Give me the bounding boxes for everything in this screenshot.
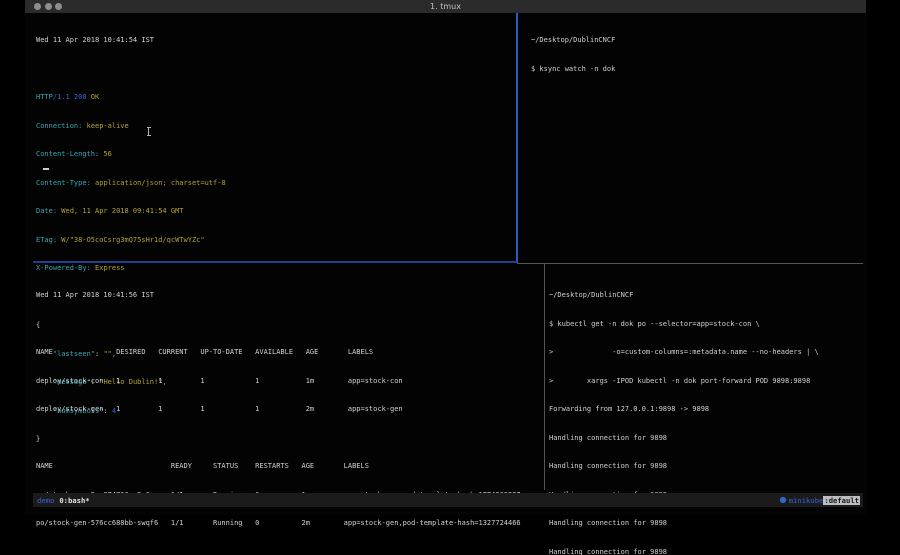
prompt-cwd: ~/Desktop/DublinCNCF bbox=[531, 36, 863, 46]
pane-http-response[interactable]: Wed 11 Apr 2018 10:41:54 IST HTTP/1.1 20… bbox=[33, 13, 516, 261]
pane-border-horizontal-left[interactable] bbox=[33, 261, 517, 263]
output-line: Handling connection for 9898 bbox=[549, 462, 863, 472]
response-timestamp: Wed 11 Apr 2018 10:41:56 IST bbox=[36, 291, 544, 301]
blank-line bbox=[36, 548, 544, 555]
table-row: deploy/stock-gen 1 1 1 1 2m app=stock-ge… bbox=[36, 405, 544, 415]
pane-border-vertical-top[interactable] bbox=[516, 13, 518, 263]
table-row: po/stock-gen-576cc688bb-swqf6 1/1 Runnin… bbox=[36, 519, 544, 529]
pane-port-forward[interactable]: ~/Desktop/DublinCNCF $ kubectl get -n do… bbox=[545, 264, 863, 490]
deployments-header-row: NAME DESIRED CURRENT UP-TO-DATE AVAILABL… bbox=[36, 348, 544, 358]
status-right: minikube :default bbox=[780, 496, 863, 505]
http-version-code: /1.1 200 bbox=[53, 93, 91, 101]
output-line: Handling connection for 9898 bbox=[549, 434, 863, 444]
terminal-window: 1. tmux Wed 11 Apr 2018 10:41:54 IST HTT… bbox=[25, 0, 866, 515]
output-line: Handling connection for 9898 bbox=[549, 519, 863, 529]
command-continuation-line: > xargs -IPOD kubectl -n dok port-forwar… bbox=[549, 377, 863, 387]
header-value: application/json; charset=utf-8 bbox=[91, 179, 226, 187]
minimize-button[interactable] bbox=[45, 3, 52, 10]
http-header-line: Connection: keep-alive bbox=[36, 122, 516, 132]
zoom-button[interactable] bbox=[55, 3, 62, 10]
prompt-cwd: ~/Desktop/DublinCNCF bbox=[549, 291, 863, 301]
pane-border-vertical-bottom[interactable] bbox=[544, 264, 545, 490]
http-protocol: HTTP bbox=[36, 93, 53, 101]
header-name: Date: bbox=[36, 207, 57, 215]
output-line: Forwarding from 127.0.0.1:9898 -> 9898 bbox=[549, 405, 863, 415]
command-line: $ kubectl get -n dok po --selector=app=s… bbox=[549, 320, 863, 330]
header-name: Content-Length: bbox=[36, 150, 99, 158]
kube-namespace: :default bbox=[823, 496, 860, 505]
terminal-cursor bbox=[43, 168, 49, 170]
http-header-line: Content-Length: 56 bbox=[36, 150, 516, 160]
output-line: Handling connection for 9898 bbox=[549, 548, 863, 555]
pane-kubectl-resources[interactable]: Wed 11 Apr 2018 10:41:56 IST NAME DESIRE… bbox=[33, 264, 544, 490]
http-header-line: Content-Type: application/json; charset=… bbox=[36, 179, 516, 189]
titlebar[interactable]: 1. tmux bbox=[25, 0, 866, 13]
status-window-tab[interactable]: 0:bash* bbox=[59, 496, 89, 505]
command-line: $ ksync watch -n dok bbox=[531, 65, 863, 75]
blank-line bbox=[36, 320, 544, 330]
kube-context: minikube bbox=[789, 496, 824, 505]
header-name: Content-Type: bbox=[36, 179, 91, 187]
status-left: demo 0:bash* bbox=[33, 496, 90, 505]
header-value: W/"38-O5coCsrg3mQ75sHr1d/qcWTwYZc" bbox=[57, 236, 205, 244]
blank-line bbox=[36, 65, 516, 75]
close-button[interactable] bbox=[34, 3, 41, 10]
pods-header-row: NAME READY STATUS RESTARTS AGE LABELS bbox=[36, 462, 544, 472]
desktop: 1. tmux Wed 11 Apr 2018 10:41:54 IST HTT… bbox=[0, 0, 900, 555]
header-value: 56 bbox=[99, 150, 112, 158]
command-continuation-line: > -o=custom-columns=:metadata.name --no-… bbox=[549, 348, 863, 358]
response-timestamp: Wed 11 Apr 2018 10:41:54 IST bbox=[36, 36, 516, 46]
header-name: Connection: bbox=[36, 122, 82, 130]
pane-border-horizontal-right[interactable] bbox=[517, 263, 863, 264]
header-value: keep-alive bbox=[82, 122, 128, 130]
kubernetes-icon bbox=[780, 497, 786, 503]
mouse-text-cursor bbox=[146, 127, 151, 136]
header-value: Wed, 11 Apr 2018 09:41:54 GMT bbox=[57, 207, 183, 215]
session-name: demo bbox=[37, 496, 54, 505]
http-status-text: OK bbox=[91, 93, 99, 101]
blank-line bbox=[36, 434, 544, 444]
http-header-line: ETag: W/"38-O5coCsrg3mQ75sHr1d/qcWTwYZc" bbox=[36, 236, 516, 246]
tmux-status-bar: demo 0:bash* minikube :default bbox=[33, 493, 863, 507]
window-title: 1. tmux bbox=[430, 0, 461, 13]
pane-ksync[interactable]: ~/Desktop/DublinCNCF $ ksync watch -n do… bbox=[517, 13, 863, 261]
header-name: ETag: bbox=[36, 236, 57, 244]
traffic-lights bbox=[34, 3, 62, 10]
http-header-line: Date: Wed, 11 Apr 2018 09:41:54 GMT bbox=[36, 207, 516, 217]
table-row: deploy/stock-con 1 1 1 1 1m app=stock-co… bbox=[36, 377, 544, 387]
http-status-line: HTTP/1.1 200 OK bbox=[36, 93, 516, 103]
terminal-content: Wed 11 Apr 2018 10:41:54 IST HTTP/1.1 20… bbox=[25, 13, 866, 515]
